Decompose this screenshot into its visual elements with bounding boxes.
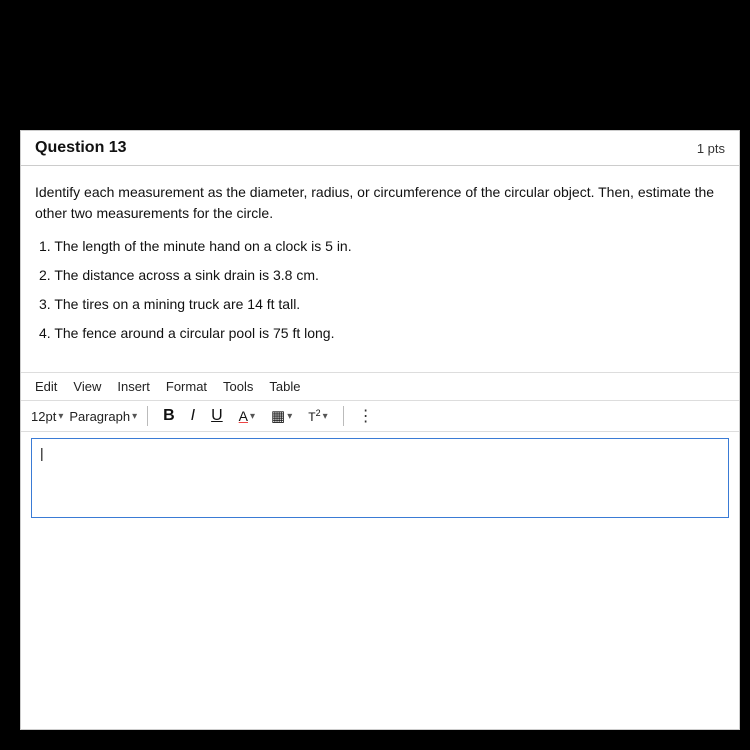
menu-insert[interactable]: Insert: [117, 379, 150, 394]
font-color-label: A: [239, 408, 248, 424]
highlight-chevron: ▾: [287, 411, 292, 422]
font-size-selector[interactable]: 12pt ▾: [31, 409, 63, 424]
menu-edit[interactable]: Edit: [35, 379, 57, 394]
paragraph-style-selector[interactable]: Paragraph ▾: [69, 409, 137, 424]
editor-toolbar: 12pt ▾ Paragraph ▾ B I U A ▾ ▦ ▾ T2 ▾ ⋮: [21, 400, 739, 432]
superscript-button[interactable]: T2 ▾: [303, 406, 332, 426]
menu-tools[interactable]: Tools: [223, 379, 253, 394]
question-intro: Identify each measurement as the diamete…: [35, 182, 725, 224]
font-size-value: 12pt: [31, 409, 56, 424]
italic-button[interactable]: I: [186, 405, 200, 427]
list-item-1: 1. The length of the minute hand on a cl…: [35, 236, 725, 257]
question-pts: 1 pts: [697, 141, 725, 156]
list-item-4: 4. The fence around a circular pool is 7…: [35, 323, 725, 344]
cursor: |: [40, 445, 44, 461]
bold-button[interactable]: B: [158, 405, 180, 427]
paragraph-style-label: Paragraph: [69, 409, 130, 424]
font-size-chevron: ▾: [58, 411, 63, 422]
question-body: Identify each measurement as the diamete…: [21, 166, 739, 362]
more-options-button[interactable]: ⋮: [358, 406, 374, 426]
highlight-icon: ▦: [271, 407, 285, 425]
question-title: Question 13: [35, 139, 127, 157]
editor-menubar: Edit View Insert Format Tools Table: [21, 372, 739, 400]
list-item-3: 3. The tires on a mining truck are 14 ft…: [35, 294, 725, 315]
font-color-chevron: ▾: [250, 411, 255, 422]
superscript-label: T2: [308, 408, 320, 424]
list-item-2: 2. The distance across a sink drain is 3…: [35, 265, 725, 286]
menu-table[interactable]: Table: [269, 379, 300, 394]
toolbar-separator-1: [147, 406, 148, 426]
menu-format[interactable]: Format: [166, 379, 207, 394]
underline-button[interactable]: U: [206, 405, 228, 427]
question-header: Question 13 1 pts: [21, 131, 739, 166]
toolbar-separator-2: [343, 406, 344, 426]
answer-input-area[interactable]: |: [31, 438, 729, 518]
question-card: Question 13 1 pts Identify each measurem…: [20, 130, 740, 730]
paragraph-chevron: ▾: [132, 411, 137, 422]
menu-view[interactable]: View: [73, 379, 101, 394]
superscript-chevron: ▾: [323, 411, 328, 422]
font-color-button[interactable]: A ▾: [234, 406, 260, 426]
highlight-color-button[interactable]: ▦ ▾: [266, 405, 297, 427]
